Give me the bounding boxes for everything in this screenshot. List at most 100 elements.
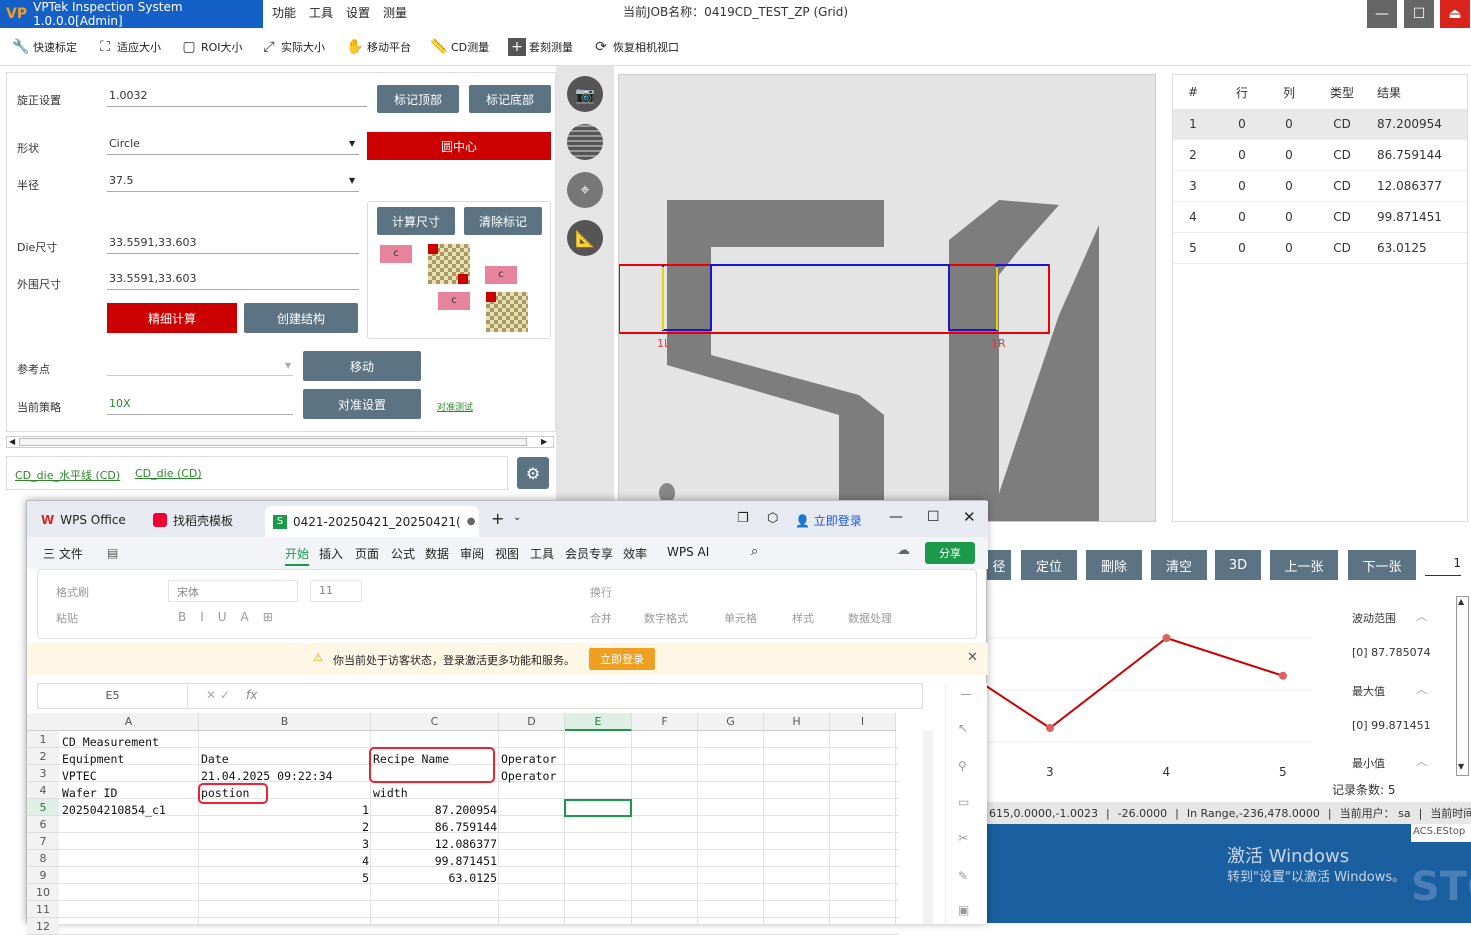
wrap-button[interactable]: 换行 [590,584,612,600]
menu-measure[interactable]: 测量 [383,4,407,21]
menu-member[interactable]: 会员专享 [565,545,613,562]
paste-button[interactable]: 粘贴 [56,610,78,626]
chevron-down-icon[interactable]: ⌄ [513,512,521,523]
locate-button[interactable]: 定位 [1021,550,1077,580]
next-button[interactable]: 下一张 [1348,550,1416,580]
row-header[interactable]: 8 [27,850,59,867]
cube-icon[interactable]: ⬡ [767,511,778,526]
table-row[interactable]: 1 0 0 CD 87.200954 [1173,109,1467,140]
data-process-button[interactable]: 数据处理 [848,610,892,626]
data-point[interactable] [1162,634,1171,642]
chevron-up-icon[interactable]: ︿ [1416,681,1427,697]
name-box[interactable]: E5 [38,684,188,708]
horizontal-scrollbar[interactable]: ◀ ▶ [6,436,554,448]
selected-cell-e5[interactable] [564,799,632,817]
cell-c9[interactable]: 63.0125 [373,870,497,887]
cell-b9[interactable]: 5 [201,870,369,887]
data-point[interactable] [1046,724,1054,732]
row-header[interactable]: 12 [27,918,59,935]
table-row[interactable]: 4 0 0 CD 99.871451 [1173,202,1467,233]
cell-a3[interactable]: VPTEC [62,768,97,785]
new-tab-icon[interactable]: + [491,509,504,528]
save-icon[interactable]: ▤ [107,546,118,560]
notice-close-icon[interactable]: ✕ [967,650,978,665]
style-button[interactable]: 样式 [792,610,814,626]
select-all-corner[interactable] [27,713,59,731]
menu-insert[interactable]: 插入 [319,545,343,562]
login-link[interactable]: 👤 立即登录 [795,512,862,529]
tab-wps-office[interactable]: W WPS Office [35,507,135,533]
row-header[interactable]: 7 [27,833,59,850]
move-stage-tool[interactable]: ✋ 移动平台 [346,38,411,56]
cell-button[interactable]: 单元格 [724,610,757,626]
table-row[interactable]: 5 0 0 CD 63.0125 [1173,233,1467,264]
refresh-settings-icon[interactable]: ⚙ [517,457,549,489]
mark-bottom-button[interactable]: 标记底部 [469,85,551,113]
column-header[interactable]: B [199,713,371,731]
fine-calc-button[interactable]: 精细计算 [107,303,237,333]
cell-a2[interactable]: Equipment [62,751,124,768]
menu-settings[interactable]: 设置 [346,4,370,21]
grid-icon[interactable] [567,124,603,160]
column-header[interactable]: D [499,713,565,731]
table-row[interactable]: 3 0 0 CD 12.086377 [1173,171,1467,202]
previous-button[interactable]: 上一张 [1270,550,1338,580]
data-point[interactable] [1279,671,1287,680]
ruler-measure-icon[interactable]: 📐 [567,220,603,256]
wps-minimize-icon[interactable]: — [889,509,903,525]
clear-button[interactable]: 清空 [1151,550,1207,580]
column-header[interactable]: E [565,713,632,731]
align-settings-button[interactable]: 对准设置 [303,389,421,419]
row-header[interactable]: 5 [27,799,59,816]
cell-c6[interactable]: 86.759144 [373,819,497,836]
quick-calibrate-tool[interactable]: 🔧 快速标定 [12,38,77,56]
cell-d3[interactable]: Operator [501,768,556,785]
strategy-field[interactable]: 10X [107,397,293,415]
menu-review[interactable]: 审阅 [460,545,484,562]
die-size-field[interactable]: 33.5591,33.603 [107,236,359,254]
wps-maximize-icon[interactable]: ☐ [927,509,940,525]
notice-login-button[interactable]: 立即登录 [589,648,655,670]
wps-close-icon[interactable]: ✕ [963,508,976,526]
tools-icon[interactable]: ✂ [958,831,968,845]
cell-c4[interactable]: width [373,785,408,802]
cloud-upload-icon[interactable]: ☁ [897,543,910,558]
stats-scrollbar[interactable]: ▲ ▼ [1456,596,1469,776]
clear-marks-button[interactable]: 清除标记 [464,207,542,235]
cell-b5[interactable]: 1 [201,802,369,819]
cell-b6[interactable]: 2 [201,819,369,836]
number-format-button[interactable]: 数字格式 [644,610,688,626]
filter-icon[interactable]: ⚲ [958,759,967,773]
format-painter-button[interactable]: 格式刷 [56,584,89,600]
tab-templates[interactable]: 找稻壳模板 [145,507,265,533]
menu-function[interactable]: 功能 [272,4,296,21]
cell-c8[interactable]: 99.871451 [373,853,497,870]
measurement-link-horizontal[interactable]: CD_die_水平线 (CD) [15,467,120,483]
font-family-select[interactable]: 宋体 [168,580,298,602]
comment-icon[interactable]: ▭ [958,795,969,809]
column-header[interactable]: I [830,713,896,731]
outer-size-field[interactable]: 33.5591,33.603 [107,272,359,290]
cell-d2[interactable]: Operator [501,751,556,768]
search-icon[interactable]: ⌕ [751,544,758,559]
rotation-field[interactable]: 1.0032 [107,89,367,107]
align-test-link[interactable]: 对准测试 [437,400,473,413]
overlay-measure-tool[interactable]: + 套刻测量 [508,38,573,56]
cell-a5[interactable]: 202504210854_c1 [62,802,166,819]
cell-c7[interactable]: 12.086377 [373,836,497,853]
text-style-buttons[interactable]: BIUA⊞ [178,610,287,624]
panel-icon[interactable]: ▣ [958,903,969,917]
scroll-thumb[interactable] [19,438,527,446]
cell-a4[interactable]: Wafer ID [62,785,117,802]
menu-home[interactable]: 开始 [285,545,310,566]
tab-active-sheet[interactable]: S 0421-20250421_20250421( ● [265,506,479,537]
column-header[interactable]: H [764,713,830,731]
row-header[interactable]: 9 [27,867,59,884]
spreadsheet-grid[interactable]: A B C D E F G H I 1 2 3 4 5 6 7 8 9 10 11 12 CD Mea… [27,713,945,935]
cell-c5[interactable]: 87.200954 [373,802,497,819]
column-header[interactable]: C [371,713,499,731]
chevron-up-icon[interactable]: ︿ [1416,608,1427,624]
merge-button[interactable]: 合并 [590,610,612,626]
row-header[interactable]: 11 [27,901,59,918]
chevron-up-icon[interactable]: ︿ [1416,753,1427,769]
